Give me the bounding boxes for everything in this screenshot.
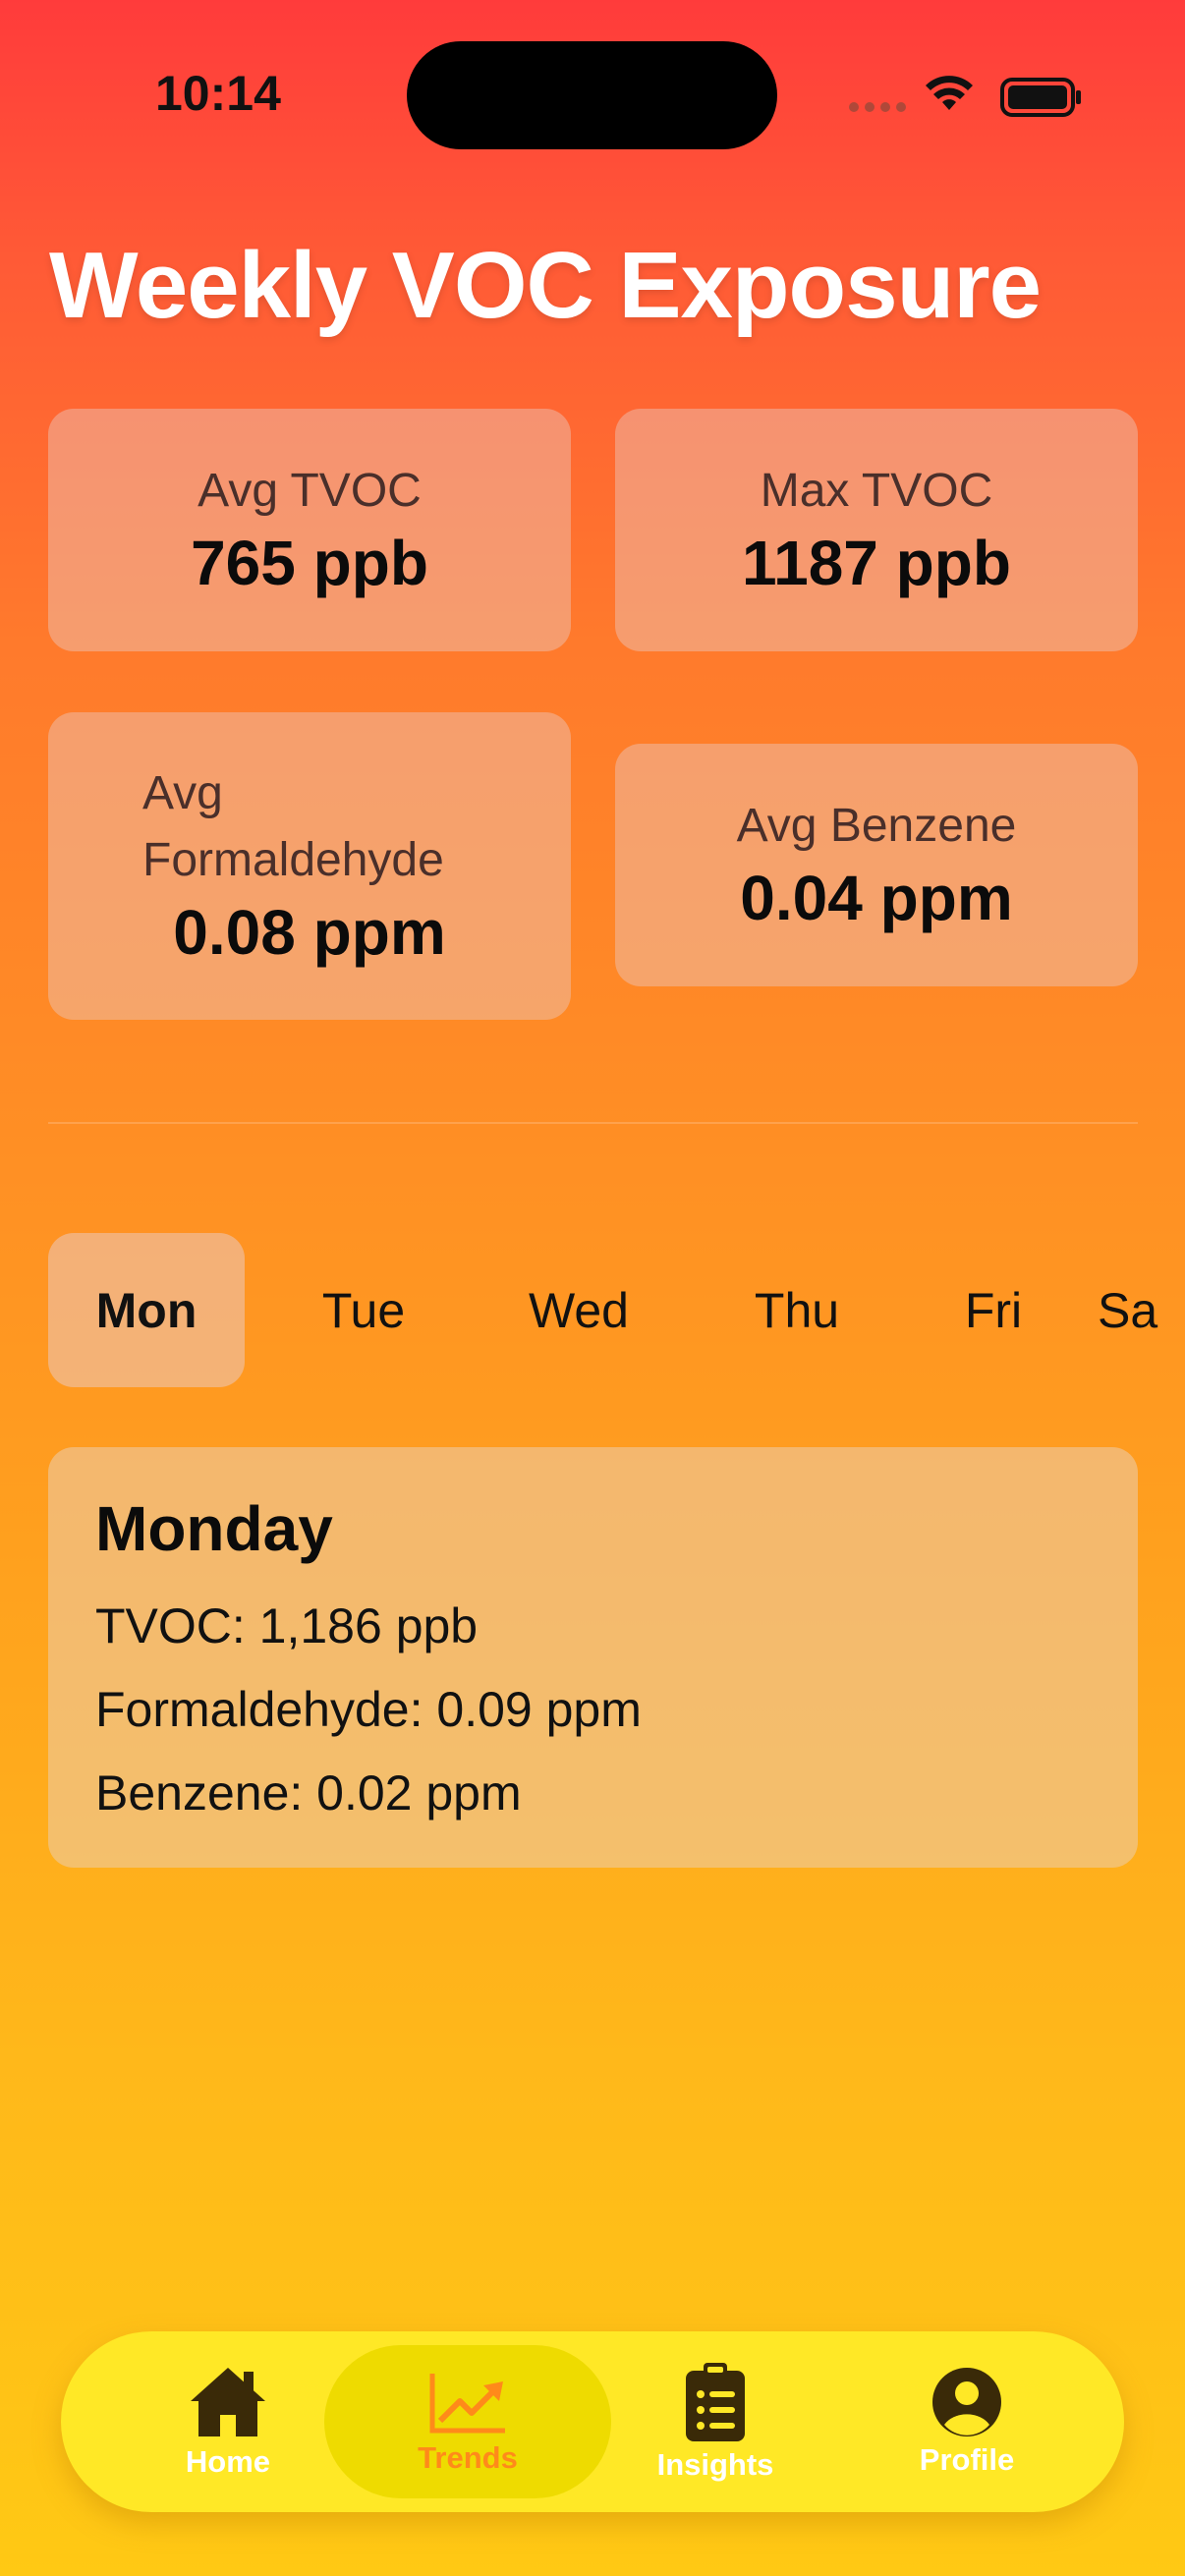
stat-label: Avg TVOC bbox=[198, 464, 422, 517]
stat-value: 0.08 ppm bbox=[173, 896, 446, 968]
status-bar: 10:14 bbox=[0, 0, 1185, 187]
tab-bar: Home Trends Insights Profile bbox=[61, 2331, 1124, 2512]
day-tab-thu[interactable]: Thu bbox=[699, 1233, 895, 1387]
status-time: 10:14 bbox=[155, 66, 281, 121]
section-divider bbox=[48, 1122, 1138, 1124]
tab-label: Home bbox=[185, 2444, 271, 2479]
tab-home[interactable]: Home bbox=[130, 2331, 326, 2512]
person-circle-icon bbox=[932, 2368, 1001, 2436]
stat-label: Avg Benzene bbox=[736, 799, 1017, 852]
detail-benzene: Benzene: 0.02 ppm bbox=[95, 1765, 522, 1820]
day-detail-card: Monday TVOC: 1,186 ppb Formaldehyde: 0.0… bbox=[48, 1447, 1138, 1868]
tab-label: Trends bbox=[418, 2440, 518, 2475]
detail-tvoc: TVOC: 1,186 ppb bbox=[95, 1598, 479, 1653]
stat-card-avg-formaldehyde: Avg Formaldehyde 0.08 ppm bbox=[48, 712, 571, 1020]
wifi-icon bbox=[926, 76, 973, 110]
chart-line-icon bbox=[429, 2374, 505, 2434]
day-tab-sat[interactable]: Sa bbox=[1098, 1233, 1185, 1387]
cellular-signal-icon bbox=[849, 102, 906, 112]
tab-trends[interactable]: Trends bbox=[324, 2345, 611, 2498]
tab-profile[interactable]: Profile bbox=[869, 2331, 1065, 2512]
day-tab-tue[interactable]: Tue bbox=[265, 1233, 462, 1387]
stat-label: Avg Formaldehyde bbox=[142, 767, 444, 886]
stat-value: 765 ppb bbox=[191, 528, 428, 599]
stat-value: 1187 ppb bbox=[742, 528, 1011, 599]
day-tab-wed[interactable]: Wed bbox=[480, 1233, 677, 1387]
tab-label: Insights bbox=[656, 2447, 774, 2482]
stat-card-max-tvoc: Max TVOC 1187 ppb bbox=[615, 409, 1138, 651]
stat-label: Max TVOC bbox=[760, 464, 993, 517]
detail-formaldehyde: Formaldehyde: 0.09 ppm bbox=[95, 1682, 642, 1737]
page-title: Weekly VOC Exposure bbox=[49, 233, 1042, 338]
stat-card-avg-benzene: Avg Benzene 0.04 ppm bbox=[615, 744, 1138, 986]
house-icon bbox=[191, 2368, 265, 2436]
day-tab-fri[interactable]: Fri bbox=[895, 1233, 1092, 1387]
stat-value: 0.04 ppm bbox=[740, 863, 1013, 934]
tab-insights[interactable]: Insights bbox=[617, 2331, 814, 2512]
detail-day-name: Monday bbox=[95, 1493, 333, 1564]
stat-card-avg-tvoc: Avg TVOC 765 ppb bbox=[48, 409, 571, 651]
dynamic-island bbox=[407, 41, 777, 149]
battery-icon bbox=[1000, 78, 1081, 117]
clipboard-icon bbox=[686, 2363, 745, 2441]
day-tab-mon[interactable]: Mon bbox=[48, 1233, 245, 1387]
tab-label: Profile bbox=[919, 2442, 1015, 2477]
